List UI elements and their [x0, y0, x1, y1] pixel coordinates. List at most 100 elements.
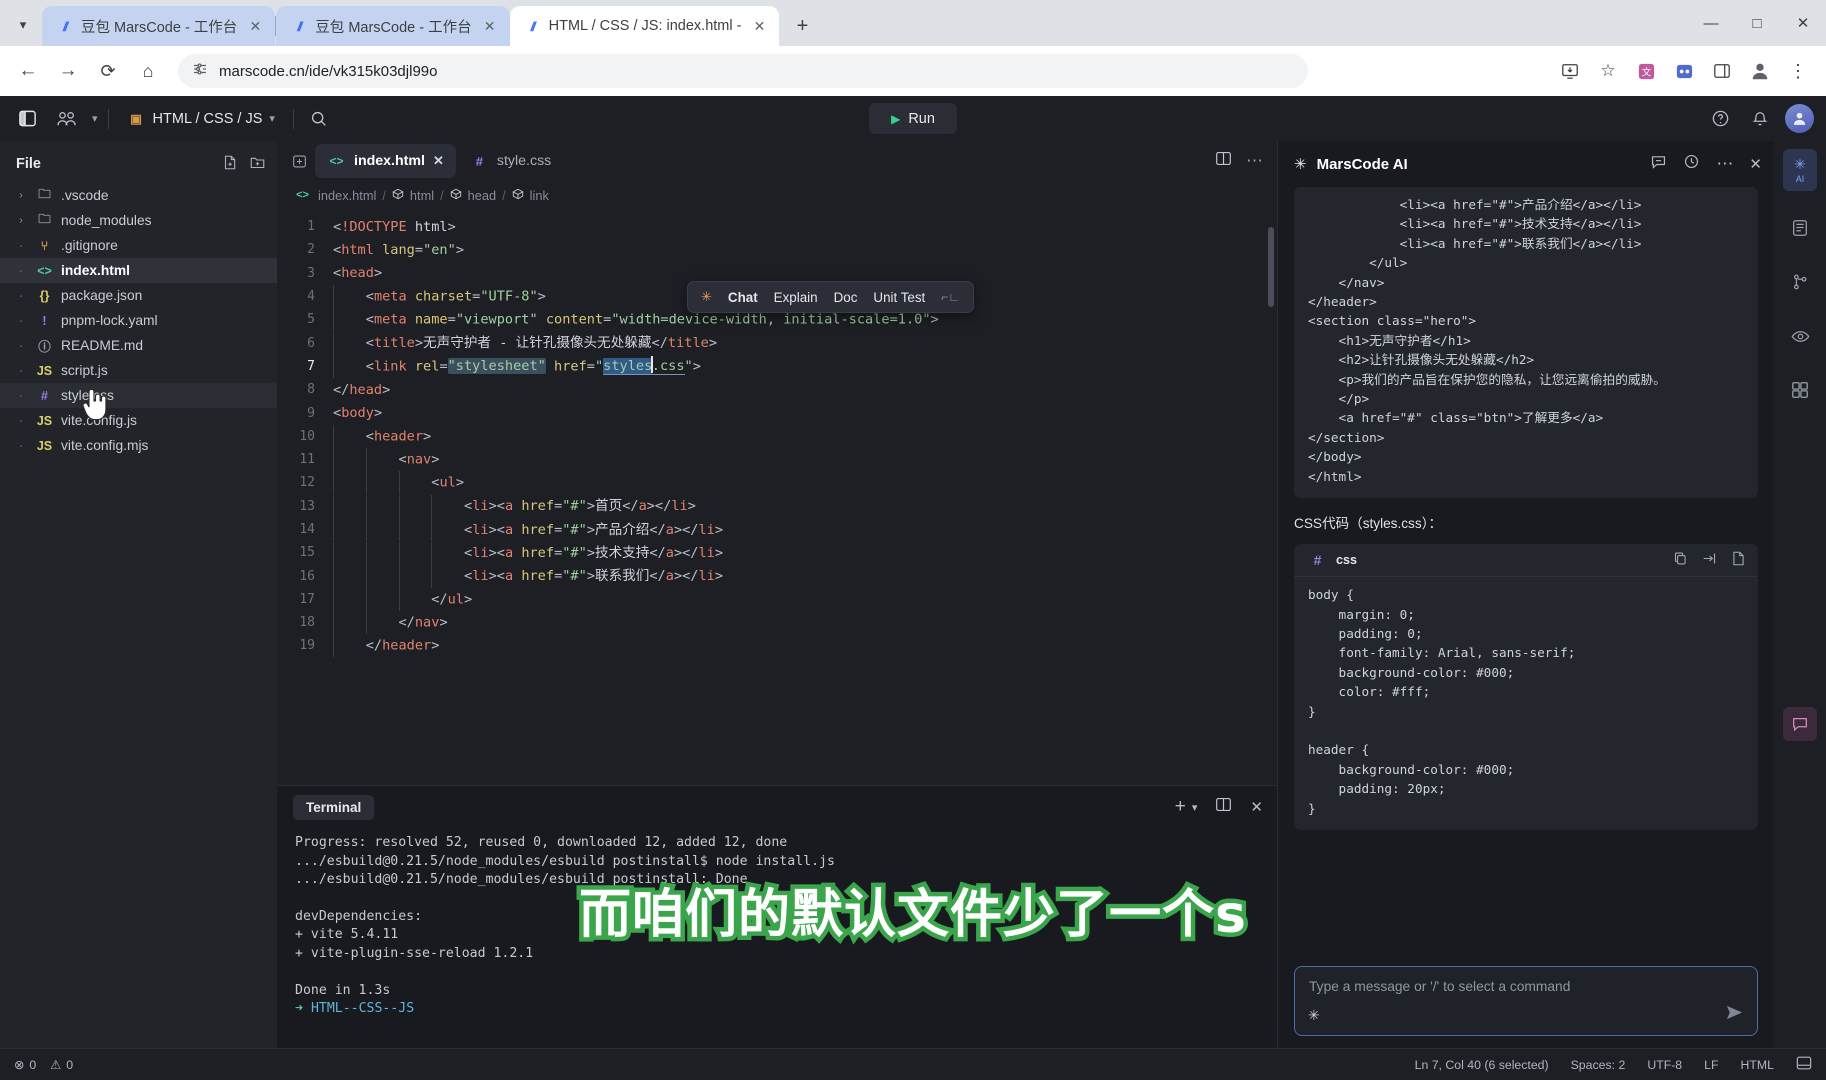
new-file-icon[interactable]	[1731, 551, 1746, 569]
rail-ai-icon[interactable]: ✳ AI	[1783, 149, 1817, 191]
file-tree-item[interactable]: · {} package.json	[0, 283, 277, 308]
file-tree-item[interactable]: · JS vite.config.mjs	[0, 433, 277, 458]
toggle-sidebar-icon[interactable]	[12, 104, 42, 134]
new-chat-icon[interactable]	[1650, 153, 1667, 175]
rail-preview-icon[interactable]	[1783, 211, 1817, 245]
breadcrumb-item[interactable]: index.html	[318, 188, 376, 203]
history-icon[interactable]	[1683, 153, 1700, 175]
ai-explain-action[interactable]: Explain	[774, 290, 818, 305]
terminal-tab[interactable]: Terminal	[293, 794, 375, 820]
code-editor[interactable]: 1 <!DOCTYPE html> 2 <html lang="en"> 3 <…	[277, 209, 1277, 785]
minimize-icon[interactable]: —	[1688, 0, 1734, 46]
item-bullet: ·	[18, 287, 24, 304]
chevron-down-icon[interactable]: ▾	[1192, 801, 1198, 814]
split-editor-icon[interactable]	[1215, 150, 1232, 172]
breadcrumb-item[interactable]: head	[468, 188, 496, 203]
line-ending-setting[interactable]: LF	[1704, 1058, 1718, 1072]
inline-ai-action-popup[interactable]: ✳ Chat Explain Doc Unit Test ⌐∟	[687, 281, 975, 313]
chevron-right-icon[interactable]: ›	[14, 190, 28, 201]
run-button[interactable]: ▶ Run	[869, 103, 957, 134]
address-bar[interactable]: marscode.cn/ide/vk315k03djl99o	[178, 54, 1308, 88]
browser-tab-1[interactable]: // 豆包 MarsCode - 工作台 ✕	[42, 6, 276, 46]
insert-code-icon[interactable]	[1702, 551, 1717, 569]
split-terminal-icon[interactable]	[1215, 796, 1232, 818]
ai-unit-test-action[interactable]: Unit Test	[873, 290, 925, 305]
rail-extensions-icon[interactable]	[1783, 373, 1817, 407]
tab-close-icon[interactable]: ✕	[433, 153, 444, 169]
file-name: index.html	[61, 263, 130, 278]
editor-more-icon[interactable]: ⋯	[1246, 151, 1263, 171]
chrome-menu-icon[interactable]: ⋮	[1780, 53, 1816, 89]
rail-source-control-icon[interactable]	[1783, 265, 1817, 299]
profile-icon[interactable]	[1742, 53, 1778, 89]
side-panel-icon[interactable]	[1704, 53, 1740, 89]
warning-count[interactable]: ⚠ 0	[50, 1058, 73, 1072]
site-info-icon[interactable]	[192, 61, 208, 82]
rail-watch-icon[interactable]	[1783, 319, 1817, 353]
maximize-icon[interactable]: □	[1734, 0, 1780, 46]
tab-close-icon[interactable]: ✕	[480, 16, 500, 36]
file-tree-item[interactable]: · JS vite.config.js	[0, 408, 277, 433]
file-tree-item-style-css[interactable]: · # style.css	[0, 383, 277, 408]
rail-feedback-icon[interactable]	[1783, 707, 1817, 741]
close-terminal-icon[interactable]: ✕	[1250, 798, 1263, 816]
browser-tab-2[interactable]: // 豆包 MarsCode - 工作台 ✕	[276, 6, 510, 46]
bookmark-star-icon[interactable]: ☆	[1590, 53, 1626, 89]
browser-toolbar: ← → ⟳ ⌂ marscode.cn/ide/vk315k03djl99o ☆…	[0, 46, 1826, 96]
new-folder-icon[interactable]	[250, 155, 265, 174]
sparkle-icon[interactable]: ✳	[1308, 1007, 1320, 1024]
chevron-down-icon[interactable]: ▾	[92, 112, 98, 125]
ai-more-icon[interactable]: ⋯	[1716, 154, 1733, 174]
install-app-icon[interactable]	[1552, 53, 1588, 89]
forward-icon[interactable]: →	[50, 53, 86, 89]
file-tree-item[interactable]: · ⑂ .gitignore	[0, 233, 277, 258]
cursor-position[interactable]: Ln 7, Col 40 (6 selected)	[1415, 1058, 1549, 1072]
close-icon[interactable]: ✕	[1780, 0, 1826, 46]
reload-icon[interactable]: ⟳	[90, 53, 126, 89]
ai-conversation[interactable]: <li><a href="#">产品介绍</a></li> <li><a hre…	[1278, 187, 1774, 966]
layout-panel-icon[interactable]	[1796, 1055, 1812, 1074]
new-tab-button[interactable]: +	[787, 11, 817, 41]
file-tree-item[interactable]: › 🗀 node_modules	[0, 208, 277, 233]
file-tree-item-index-html[interactable]: · <> index.html	[0, 258, 277, 283]
project-selector[interactable]: ▣ HTML / CSS / JS ▾	[119, 108, 283, 130]
help-icon[interactable]	[1705, 104, 1735, 134]
breadcrumb-separator: /	[440, 187, 444, 203]
reading-list-icon[interactable]	[1666, 53, 1702, 89]
tab-search-icon[interactable]: ▾	[6, 8, 40, 42]
workspace-switch-icon[interactable]	[52, 104, 82, 134]
send-message-icon[interactable]	[1725, 1003, 1744, 1027]
ai-chat-action[interactable]: Chat	[728, 290, 758, 305]
breadcrumb-item[interactable]: html	[410, 188, 434, 203]
encoding-setting[interactable]: UTF-8	[1647, 1058, 1682, 1072]
notifications-bell-icon[interactable]	[1745, 104, 1775, 134]
home-icon[interactable]: ⌂	[130, 53, 166, 89]
browser-tab-3[interactable]: // HTML / CSS / JS: index.html - ✕	[509, 6, 780, 46]
open-editors-icon[interactable]	[285, 154, 313, 169]
file-tree-item[interactable]: · ⓘ README.md	[0, 333, 277, 358]
indentation-setting[interactable]: Spaces: 2	[1571, 1058, 1626, 1072]
add-terminal-icon[interactable]: +	[1175, 796, 1186, 818]
error-count[interactable]: ⊗ 0	[14, 1058, 36, 1072]
file-tree-item[interactable]: › 🗀 .vscode	[0, 183, 277, 208]
ai-chat-input[interactable]: Type a message or '/' to select a comman…	[1294, 966, 1758, 1036]
file-tree-item[interactable]: · JS script.js	[0, 358, 277, 383]
file-tree-item[interactable]: · ! pnpm-lock.yaml	[0, 308, 277, 333]
user-avatar[interactable]	[1785, 104, 1814, 133]
editor-tab-index-html[interactable]: <> index.html ✕	[315, 144, 456, 178]
ai-doc-action[interactable]: Doc	[834, 290, 858, 305]
tab-close-icon[interactable]: ✕	[749, 16, 769, 36]
close-icon[interactable]: ✕	[1749, 155, 1762, 173]
editor-tab-style-css[interactable]: # style.css	[458, 144, 563, 178]
language-mode[interactable]: HTML	[1741, 1058, 1774, 1072]
tab-close-icon[interactable]: ✕	[245, 16, 265, 36]
warning-count-value: 0	[66, 1057, 74, 1072]
item-bullet: ·	[18, 312, 24, 329]
chevron-right-icon[interactable]: ›	[14, 215, 28, 226]
new-file-icon[interactable]	[223, 155, 238, 174]
back-icon[interactable]: ←	[10, 53, 46, 89]
breadcrumb-item[interactable]: link	[530, 188, 549, 203]
extension-puzzle-icon[interactable]: 文	[1628, 53, 1664, 89]
copy-icon[interactable]	[1673, 551, 1688, 569]
search-icon[interactable]	[304, 104, 334, 134]
